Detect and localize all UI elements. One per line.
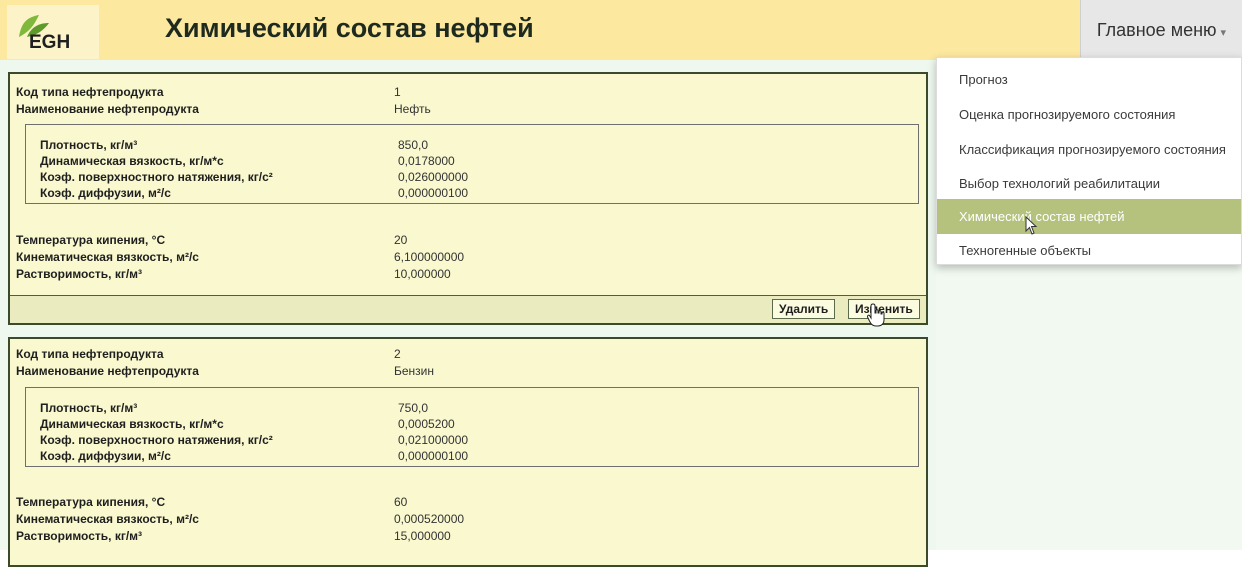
field-diffusion: Коэф. диффузии, м²/с 0,000000100 (40, 185, 468, 201)
record-card: Код типа нефтепродукта 2 Наименование не… (8, 337, 928, 567)
field-label: Коэф. диффузии, м²/с (40, 449, 171, 463)
menu-item-state-classification[interactable]: Классификация прогнозируемого состояния (937, 132, 1241, 167)
field-surface-tension: Коэф. поверхностного натяжения, кг/с² 0,… (40, 432, 468, 448)
field-value: Нефть (394, 102, 431, 116)
field-label: Температура кипения, °С (16, 233, 166, 247)
field-value: 1 (394, 85, 401, 99)
field-solubility: Растворимость, кг/м³ 10,000000 (16, 266, 451, 282)
field-value: 750,0 (398, 401, 429, 415)
field-kinematic-viscosity: Кинематическая вязкость, м²/с 0,00052000… (16, 511, 464, 527)
hand-pointer-icon (866, 303, 885, 327)
logo-text: EGH (29, 32, 71, 53)
field-value: 0,0178000 (398, 154, 455, 168)
main-menu-button[interactable]: Главное меню ▾ (1080, 0, 1242, 60)
field-solubility: Растворимость, кг/м³ 15,000000 (16, 528, 451, 544)
field-value: 0,000520000 (394, 512, 465, 526)
field-label: Код типа нефтепродукта (16, 85, 164, 99)
field-value: 6,100000000 (394, 250, 465, 264)
field-value: 10,000000 (394, 267, 451, 281)
field-diffusion: Коэф. диффузии, м²/с 0,000000100 (40, 448, 468, 464)
field-label: Наименование нефтепродукта (16, 102, 199, 116)
menu-item-oil-composition[interactable]: Химический состав нефтей (937, 199, 1241, 234)
menu-item-forecast[interactable]: Прогноз (937, 62, 1241, 97)
properties-group: Плотность, кг/м³ 850,0 Динамическая вязк… (25, 124, 919, 204)
field-value: 850,0 (398, 138, 429, 152)
field-label: Температура кипения, °С (16, 495, 166, 509)
field-label: Динамическая вязкость, кг/м*с (40, 417, 224, 431)
field-boiling-temp: Температура кипения, °С 60 (16, 494, 407, 510)
menu-item-rehabilitation-tech[interactable]: Выбор технологий реабилитации (937, 166, 1241, 201)
field-name: Наименование нефтепродукта Бензин (16, 363, 434, 379)
field-value: 0,000000100 (398, 449, 469, 463)
field-density: Плотность, кг/м³ 750,0 (40, 400, 428, 416)
field-value: 0,000000100 (398, 186, 469, 200)
field-label: Растворимость, кг/м³ (16, 529, 143, 543)
mouse-pointer-icon (1025, 216, 1038, 235)
field-label: Плотность, кг/м³ (40, 401, 138, 415)
properties-group: Плотность, кг/м³ 750,0 Динамическая вязк… (25, 387, 919, 467)
field-label: Кинематическая вязкость, м²/с (16, 250, 199, 264)
field-value: 60 (394, 495, 408, 509)
field-label: Коэф. диффузии, м²/с (40, 186, 171, 200)
field-label: Кинематическая вязкость, м²/с (16, 512, 199, 526)
field-value: Бензин (394, 364, 435, 378)
field-label: Коэф. поверхностного натяжения, кг/с² (40, 433, 273, 447)
record-actions: Удалить Изменить (10, 295, 926, 323)
field-surface-tension: Коэф. поверхностного натяжения, кг/с² 0,… (40, 169, 468, 185)
field-dynamic-viscosity: Динамическая вязкость, кг/м*с 0,0178000 (40, 153, 455, 169)
main-menu-label: Главное меню (1096, 20, 1217, 40)
menu-item-technogenic-objects[interactable]: Техногенные объекты (937, 233, 1241, 268)
field-label: Динамическая вязкость, кг/м*с (40, 154, 224, 168)
field-boiling-temp: Температура кипения, °С 20 (16, 232, 407, 248)
field-label: Наименование нефтепродукта (16, 364, 199, 378)
field-name: Наименование нефтепродукта Нефть (16, 101, 431, 117)
field-dynamic-viscosity: Динамическая вязкость, кг/м*с 0,0005200 (40, 416, 455, 432)
delete-button[interactable]: Удалить (772, 299, 836, 319)
field-value: 2 (394, 347, 401, 361)
field-label: Коэф. поверхностного натяжения, кг/с² (40, 170, 273, 184)
menu-item-state-assessment[interactable]: Оценка прогнозируемого состояния (937, 97, 1241, 132)
field-code: Код типа нефтепродукта 1 (16, 84, 401, 100)
field-label: Плотность, кг/м³ (40, 138, 138, 152)
page-title: Химический состав нефтей (165, 13, 534, 43)
record-card: Код типа нефтепродукта 1 Наименование не… (8, 72, 928, 325)
logo[interactable]: EGH (7, 5, 99, 59)
field-value: 20 (394, 233, 408, 247)
field-label: Растворимость, кг/м³ (16, 267, 143, 281)
field-density: Плотность, кг/м³ 850,0 (40, 137, 428, 153)
field-code: Код типа нефтепродукта 2 (16, 346, 401, 362)
field-value: 15,000000 (394, 529, 451, 543)
main-menu-dropdown: Прогноз Оценка прогнозируемого состояния… (936, 57, 1242, 265)
field-value: 0,0005200 (398, 417, 455, 431)
side-background (936, 265, 1242, 550)
field-label: Код типа нефтепродукта (16, 347, 164, 361)
app-header: EGH Химический состав нефтей Главное мен… (0, 0, 1242, 60)
field-value: 0,026000000 (398, 170, 469, 184)
chevron-down-icon: ▾ (1220, 27, 1227, 39)
field-kinematic-viscosity: Кинематическая вязкость, м²/с 6,10000000… (16, 249, 464, 265)
field-value: 0,021000000 (398, 433, 469, 447)
